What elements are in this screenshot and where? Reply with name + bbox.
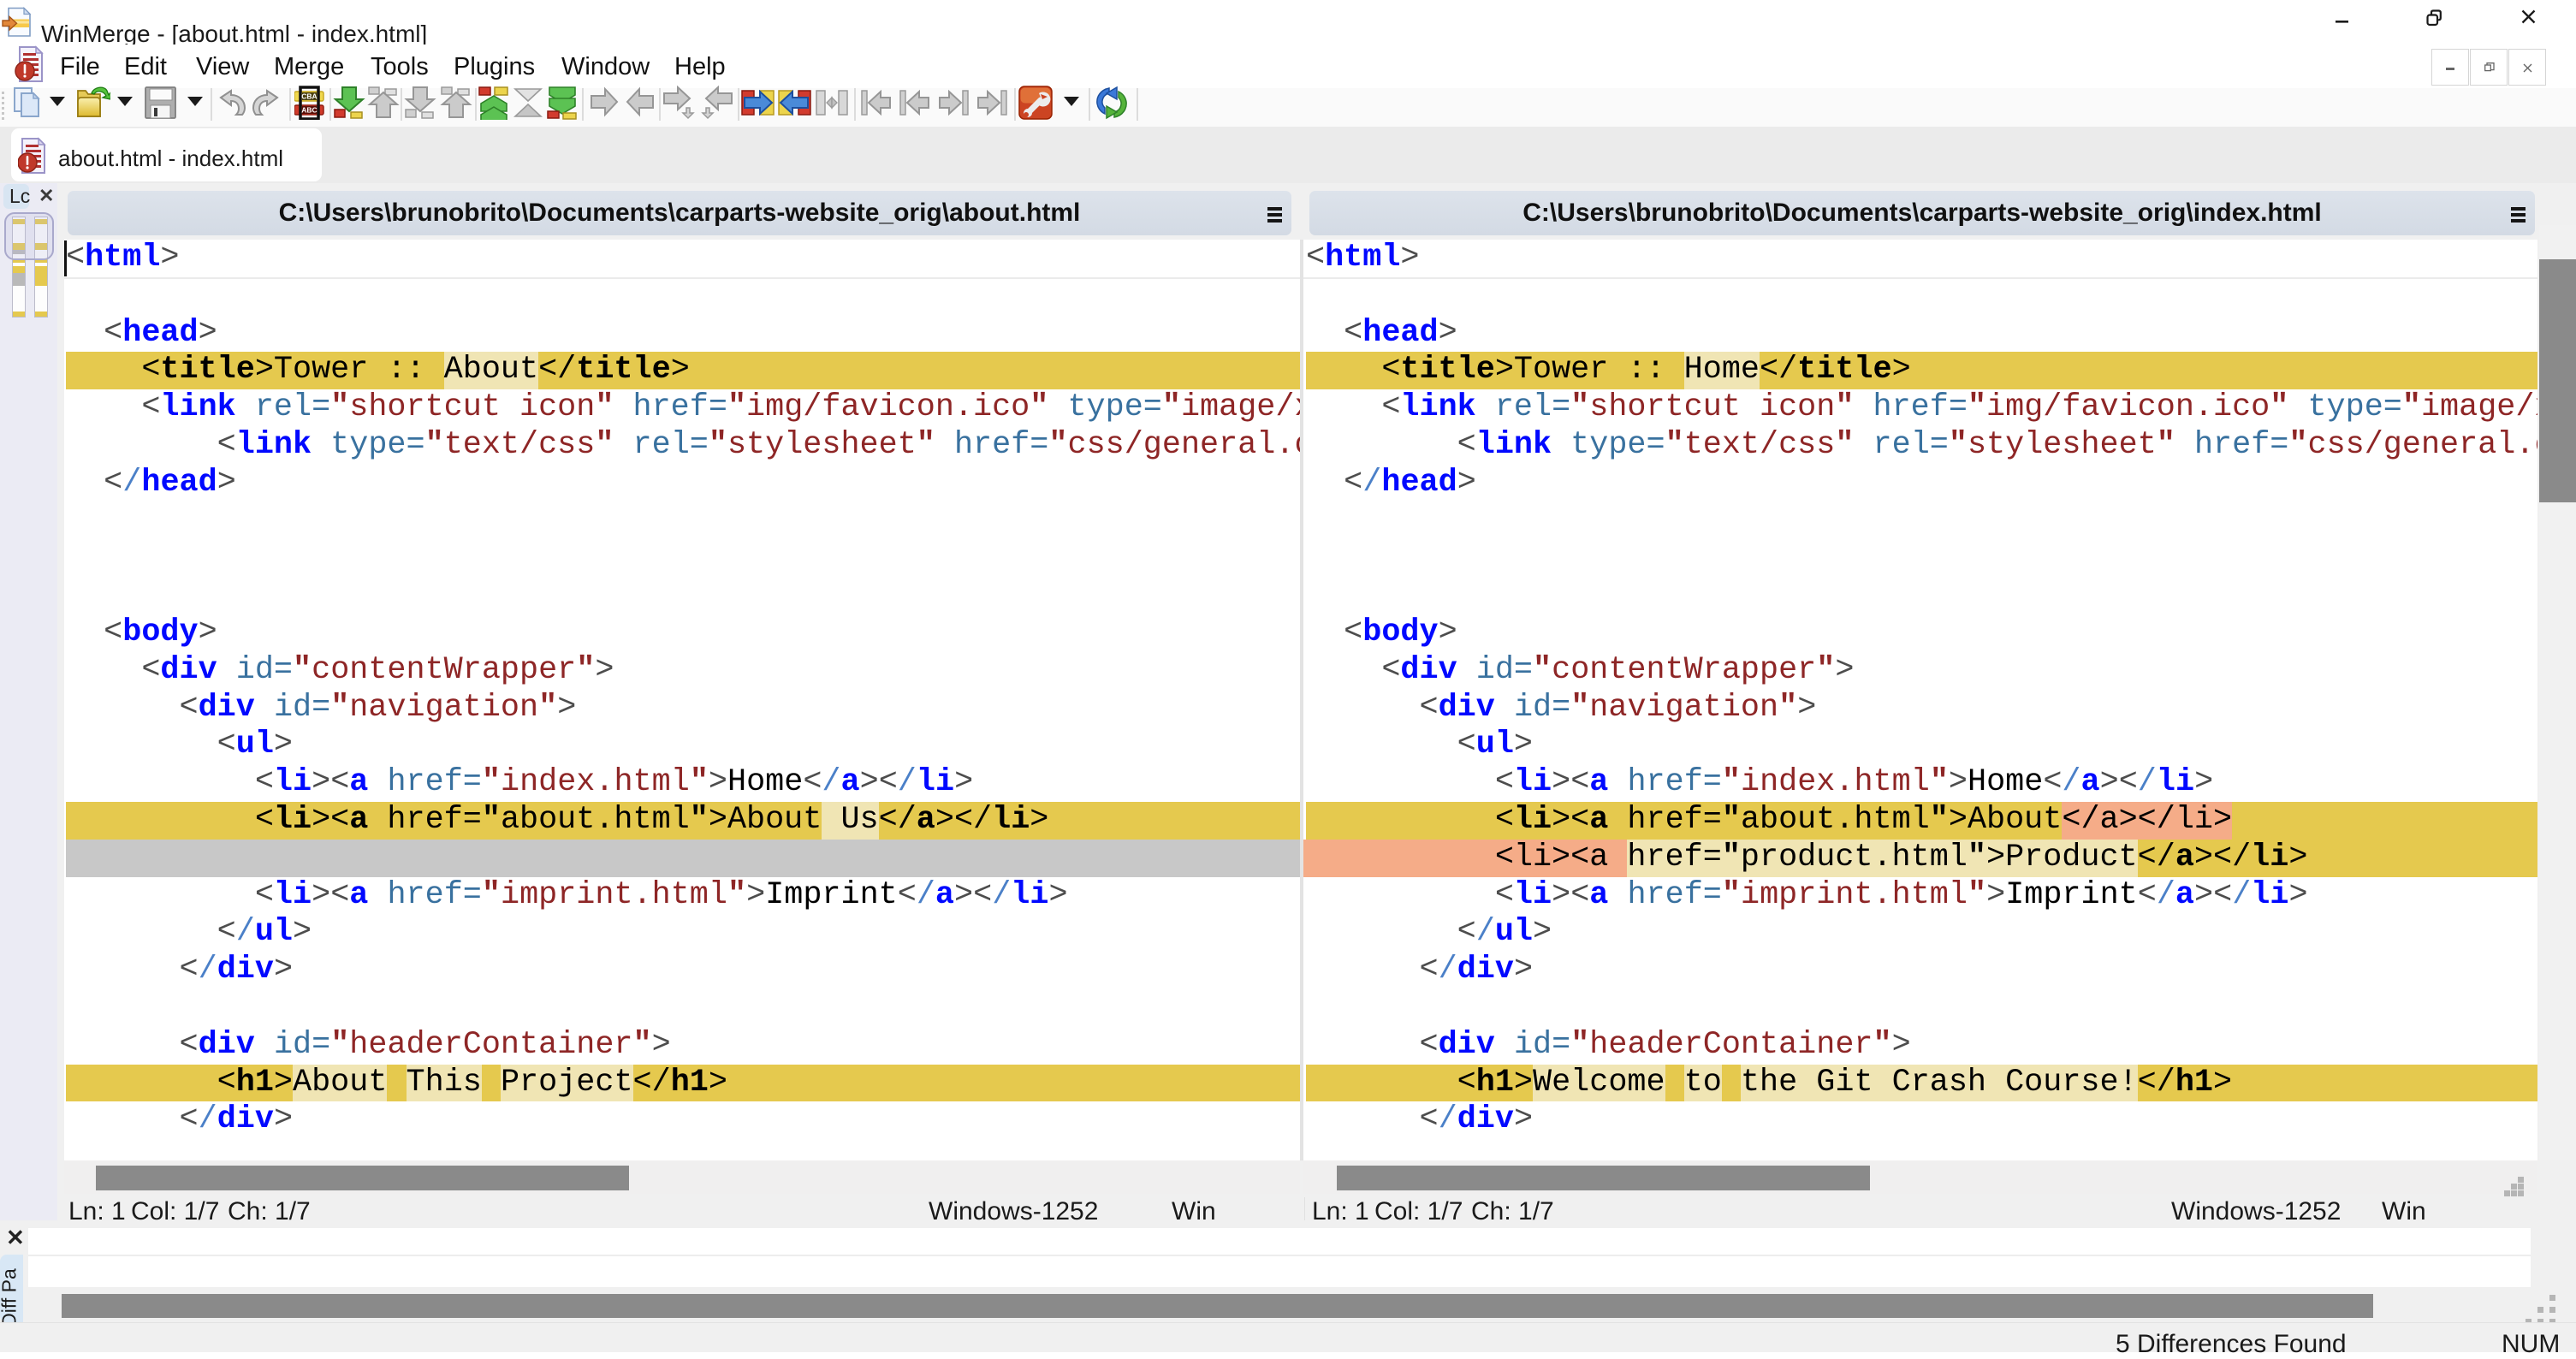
svg-text:CBA: CBA [301,92,317,101]
svg-text:ABC: ABC [301,106,317,115]
